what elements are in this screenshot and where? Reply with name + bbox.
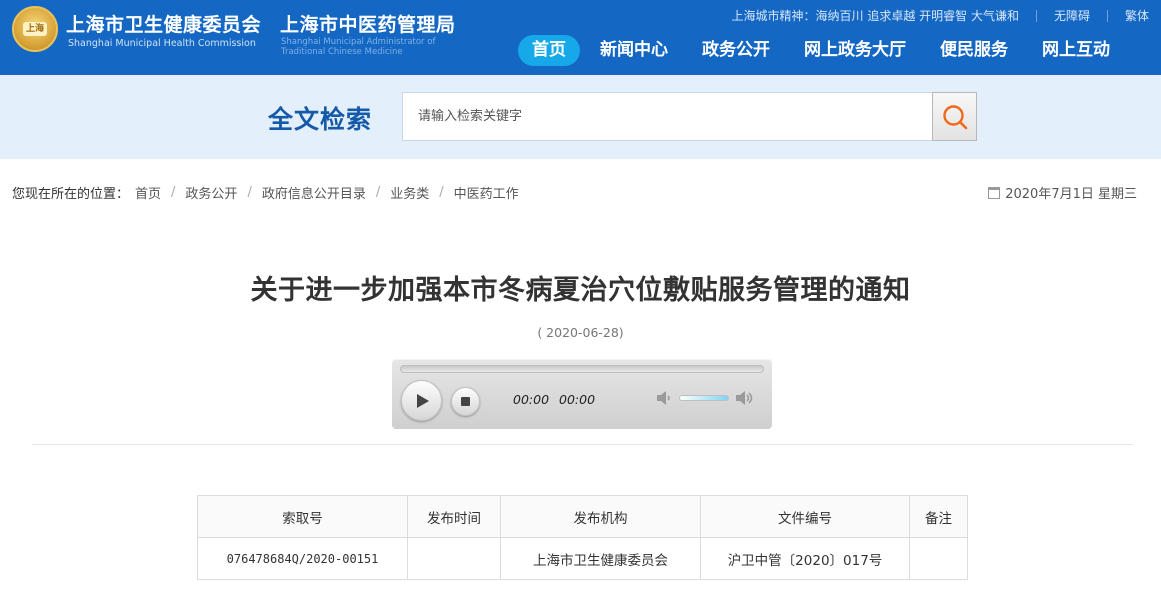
audio-progress-bar[interactable] [400, 365, 764, 373]
search-button[interactable] [932, 92, 977, 141]
nav-item-interaction[interactable]: 网上互动 [1028, 35, 1124, 66]
audio-player: 00:00 00:00 [392, 359, 772, 429]
org2-english-name: Shanghai Municipal Administrator of Trad… [281, 37, 436, 57]
org2-name[interactable]: 上海市中医药管理局 [280, 10, 456, 37]
calendar-icon [988, 186, 1001, 199]
city-spirit-text: 上海城市精神：海纳百川 追求卓越 开明睿智 大气谦和 [731, 9, 1019, 23]
breadcrumb-separator: / [375, 185, 381, 200]
nav-item-news[interactable]: 新闻中心 [586, 35, 682, 66]
cell-remarks [909, 537, 968, 580]
breadcrumb-item-catalog[interactable]: 政府信息公开目录 [262, 183, 366, 202]
cell-publisher: 上海市卫生健康委员会 [500, 537, 701, 580]
breadcrumb-separator: / [439, 185, 444, 200]
stop-button[interactable] [451, 387, 480, 416]
breadcrumb-separator: / [247, 185, 252, 200]
traditional-chinese-link[interactable]: 繁体 [1125, 7, 1149, 24]
header-publisher: 发布机构 [500, 495, 701, 538]
table-row: 076478684Q/2020-00151 上海市卫生健康委员会 沪卫中管〔20… [197, 537, 968, 580]
document-meta-table: 索取号 发布时间 发布机构 文件编号 备注 076478684Q/2020-00… [197, 495, 968, 580]
breadcrumb-item-tcm-work[interactable]: 中医药工作 [454, 183, 519, 202]
table-header-row: 索取号 发布时间 发布机构 文件编号 备注 [197, 495, 968, 538]
nav-item-public-service[interactable]: 便民服务 [926, 35, 1022, 66]
search-title: 全文检索 [268, 105, 373, 134]
breadcrumb-item-home[interactable]: 首页 [135, 183, 161, 202]
nav-item-online-hall[interactable]: 网上政务大厅 [790, 35, 920, 66]
volume-max-icon[interactable] [735, 390, 755, 406]
breadcrumb-item-business[interactable]: 业务类 [390, 183, 429, 202]
search-input[interactable] [402, 92, 933, 141]
cell-index-number: 076478684Q/2020-00151 [197, 537, 408, 580]
current-time: 00:00 [513, 392, 550, 407]
header-index-number: 索取号 [197, 495, 408, 538]
main-nav: 首页 新闻中心 政务公开 网上政务大厅 便民服务 网上互动 [518, 35, 1130, 66]
breadcrumb-item-gov-affairs[interactable]: 政务公开 [185, 183, 237, 202]
site-header: 上海 上海市卫生健康委员会 Shanghai Municipal Health … [0, 0, 1161, 75]
emblem-text: 上海 [23, 22, 47, 36]
accessibility-link[interactable]: 无障碍 [1054, 7, 1090, 24]
top-utility-bar: 上海城市精神：海纳百川 追求卓越 开明睿智 大气谦和 无障碍 繁体 [732, 7, 1149, 24]
divider [1035, 9, 1037, 22]
header-remarks: 备注 [909, 495, 968, 538]
org1-name[interactable]: 上海市卫生健康委员会 [66, 10, 261, 37]
header-publish-time: 发布时间 [407, 495, 501, 538]
document-title: 关于进一步加强本市冬病夏治穴位敷贴服务管理的通知 [250, 275, 911, 306]
header-document-number: 文件编号 [700, 495, 910, 538]
volume-slider[interactable] [679, 395, 729, 401]
play-button[interactable] [401, 380, 442, 421]
breadcrumb-separator: / [171, 185, 176, 200]
government-emblem-logo[interactable]: 上海 [12, 6, 58, 52]
content-divider [32, 444, 1133, 445]
org1-english-name: Shanghai Municipal Health Commission [68, 38, 256, 49]
play-icon [417, 394, 429, 408]
document-date: ( 2020-06-28) [537, 325, 624, 340]
nav-item-gov-affairs[interactable]: 政务公开 [688, 35, 784, 66]
duration-time: 00:00 [559, 392, 596, 407]
volume-mute-icon[interactable] [656, 390, 674, 406]
cell-publish-time [407, 537, 501, 580]
current-date: 2020年7月1日 星期三 [988, 183, 1137, 202]
search-icon [943, 105, 968, 130]
stop-icon [461, 397, 470, 406]
nav-item-home[interactable]: 首页 [518, 35, 580, 66]
breadcrumb-lead: 您现在所在的位置： [12, 187, 130, 202]
cell-document-number: 沪卫中管〔2020〕017号 [700, 537, 910, 580]
breadcrumb: 您现在所在的位置： 首页 / 政务公开 / 政府信息公开目录 / 业务类 / 中… [12, 183, 519, 202]
divider [1106, 9, 1108, 22]
search-band: 全文检索 [0, 75, 1161, 159]
current-date-text: 2020年7月1日 星期三 [1005, 187, 1137, 202]
